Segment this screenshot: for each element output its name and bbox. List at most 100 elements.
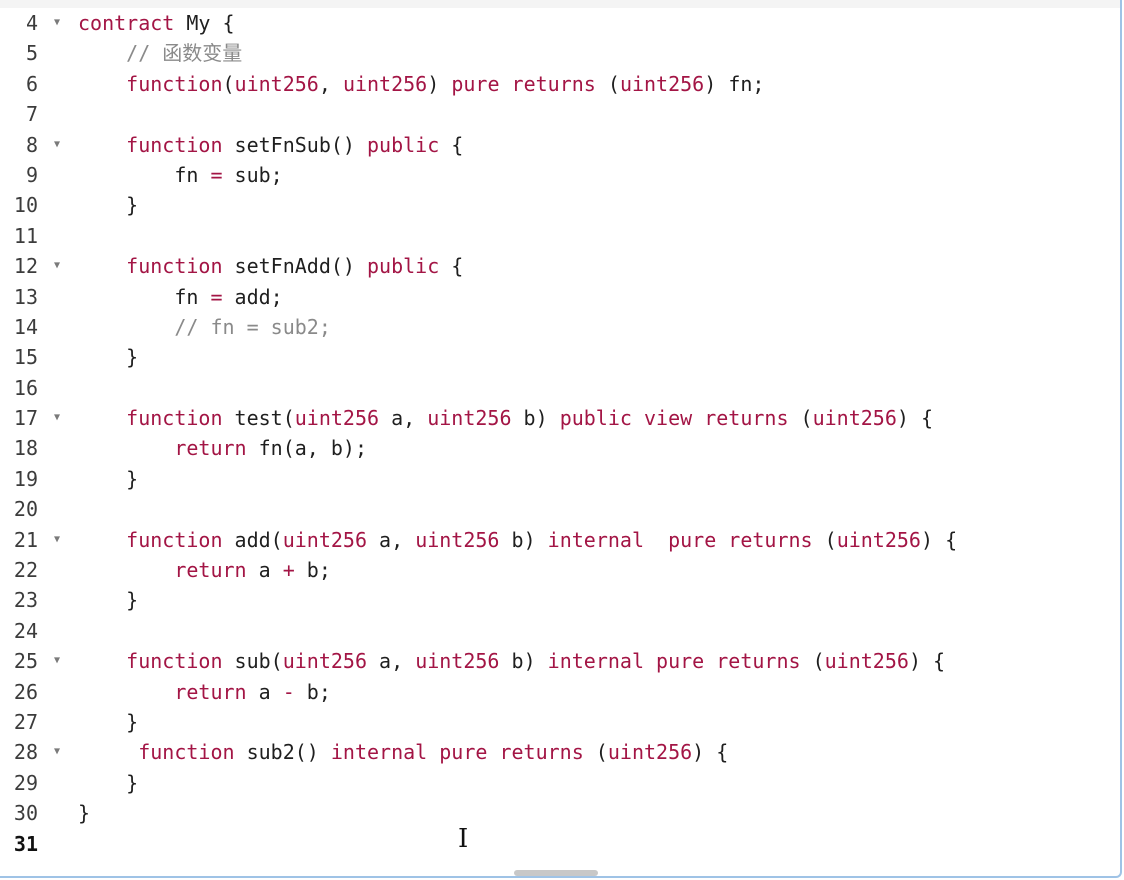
code-text[interactable]: // fn = sub2; [78, 312, 331, 342]
code-line[interactable]: 24 [0, 616, 1120, 646]
code-token: a, [379, 406, 428, 431]
code-token: sub; [222, 162, 283, 187]
code-line[interactable]: 22 return a + b; [0, 555, 1120, 585]
code-line[interactable]: 23 } [0, 585, 1120, 615]
code-keyword: uint256 [342, 71, 428, 96]
code-area[interactable]: 4 ▼ contract My {5 // 函数变量 6 function(uint2… [0, 8, 1120, 859]
code-token: ) { [692, 740, 729, 765]
code-text[interactable]: fn = sub; [78, 160, 283, 190]
code-editor[interactable]: 4 ▼ contract My {5 // 函数变量 6 function(uint2… [0, 0, 1122, 878]
code-text[interactable]: } [78, 342, 138, 372]
code-text[interactable]: function(uint256, uint256) pure returns … [78, 69, 764, 99]
code-line[interactable]: 16 [0, 373, 1120, 403]
horizontal-scrollbar[interactable] [514, 870, 598, 876]
code-line[interactable]: 25 ▼ function sub(uint256 a, uint256 b) i… [0, 646, 1120, 676]
code-line[interactable]: 29 } [0, 768, 1120, 798]
code-text[interactable]: return fn(a, b); [78, 433, 367, 463]
code-keyword: contract [78, 11, 175, 35]
fold-arrow-icon[interactable]: ▼ [50, 403, 64, 433]
fold-arrow-icon[interactable]: ▼ [50, 130, 64, 160]
code-text[interactable]: } [78, 464, 138, 494]
code-line[interactable]: 11 [0, 221, 1120, 251]
line-number: 20 [13, 497, 38, 522]
code-text[interactable]: function setFnSub() public { [78, 130, 463, 160]
code-keyword: returns [511, 71, 596, 96]
code-token: ( [222, 71, 235, 96]
line-number: 12 [13, 254, 38, 279]
code-keyword: function [126, 71, 223, 96]
code-text[interactable]: return a + b; [78, 555, 331, 585]
code-line[interactable]: 28 ▼ function sub2() internal pure return… [0, 737, 1120, 767]
code-text[interactable]: // 函数变量 [78, 38, 242, 68]
code-text[interactable]: } [78, 707, 138, 737]
code-line[interactable]: 13 fn = add; [0, 282, 1120, 312]
code-text[interactable]: function add(uint256 a, uint256 b) inter… [78, 525, 957, 555]
code-line[interactable]: 6 function(uint256, uint256) pure return… [0, 69, 1120, 99]
code-line[interactable]: 15 } [0, 342, 1120, 372]
code-token: } [78, 345, 139, 370]
code-line[interactable]: 9 fn = sub; [0, 160, 1120, 190]
code-text[interactable]: } [78, 768, 138, 798]
code-token: fn(a, b); [246, 436, 367, 461]
code-line[interactable]: 20 [0, 494, 1120, 524]
code-line[interactable]: 21 ▼ function add(uint256 a, uint256 b) i… [0, 525, 1120, 555]
code-line[interactable]: 14 // fn = sub2; [0, 312, 1120, 342]
line-number: 17 [13, 406, 38, 431]
code-line[interactable]: 7 [0, 99, 1120, 129]
code-line[interactable]: 5 // 函数变量 [0, 38, 1120, 68]
code-text[interactable]: return a - b; [78, 677, 331, 707]
code-line[interactable]: 26 return a - b; [0, 677, 1120, 707]
fold-arrow-icon[interactable]: ▼ [50, 525, 64, 555]
line-number: 5 [25, 41, 38, 66]
code-text[interactable]: function setFnAdd() public { [78, 251, 463, 281]
fold-arrow-icon[interactable]: ▼ [50, 646, 64, 676]
code-line[interactable]: 17 ▼ function test(uint256 a, uint256 b) … [0, 403, 1120, 433]
code-line[interactable]: 19 } [0, 464, 1120, 494]
code-line[interactable]: 8 ▼ function setFnSub() public { [0, 130, 1120, 160]
code-text[interactable]: function sub2() internal pure returns (u… [78, 737, 728, 767]
fold-arrow-icon[interactable]: ▼ [50, 251, 64, 281]
code-text[interactable]: } [78, 190, 138, 220]
code-line[interactable]: 31 [0, 829, 1120, 859]
code-text[interactable]: function test(uint256 a, uint256 b) publ… [78, 403, 933, 433]
code-text[interactable]: } [78, 585, 138, 615]
fold-arrow-icon[interactable]: ▼ [50, 737, 64, 767]
code-keyword: public [367, 254, 440, 279]
line-number: 18 [13, 436, 38, 461]
code-line[interactable]: 30} [0, 798, 1120, 828]
line-number: 22 [13, 558, 38, 583]
code-token: ( [788, 406, 813, 431]
line-number: 14 [13, 314, 38, 339]
code-keyword: = [210, 284, 223, 309]
code-text[interactable]: fn = add; [78, 282, 282, 312]
code-keyword: uint256 [234, 71, 319, 96]
code-line[interactable]: 12 ▼ function setFnAdd() public { [0, 251, 1120, 281]
code-line[interactable]: 27 } [0, 707, 1120, 737]
fold-arrow-icon[interactable]: ▼ [50, 8, 64, 38]
code-keyword: uint256 [282, 649, 368, 674]
code-line[interactable]: 4 ▼ contract My { [0, 8, 1120, 38]
code-token: ) { [896, 406, 934, 431]
code-text[interactable]: contract My { [78, 8, 235, 38]
code-line[interactable]: 10 } [0, 190, 1120, 220]
code-keyword: uint256 [282, 527, 368, 552]
code-line[interactable]: 18 return fn(a, b); [0, 433, 1120, 463]
code-token: b; [294, 679, 331, 704]
code-keyword: returns [728, 527, 813, 552]
code-keyword: uint256 [824, 649, 909, 674]
code-text[interactable]: } [78, 798, 90, 828]
code-token: { [439, 132, 464, 157]
code-token: fn [78, 162, 211, 187]
code-text[interactable]: function sub(uint256 a, uint256 b) inter… [78, 646, 945, 676]
code-keyword: return [174, 679, 247, 704]
code-token: ( [812, 527, 837, 552]
line-number: 30 [13, 801, 38, 826]
code-keyword: function [126, 132, 223, 157]
code-token: } [78, 709, 139, 734]
